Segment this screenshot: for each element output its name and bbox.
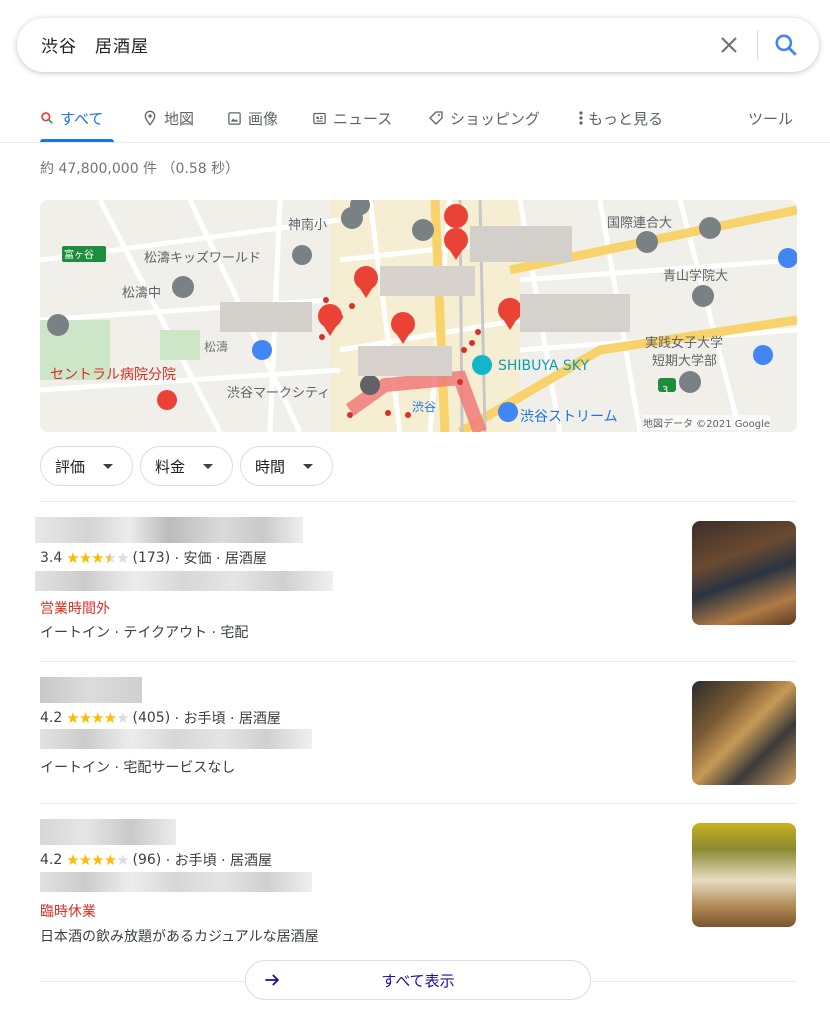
tab-images[interactable]: 画像 [227,106,278,130]
chevron-down-icon [203,463,214,469]
tab-news[interactable]: ニュース [312,106,392,130]
local-result[interactable]: 4.2 ★★★★★ (96) · お手頃 · 居酒屋 臨時休業 日本酒の飲み放題… [0,804,830,954]
show-all-label: すべて表示 [381,971,455,990]
review-count: (173) [132,550,171,566]
clear-icon[interactable] [717,33,741,57]
rating-row: 4.2 ★★★★★ (96) · お手頃 · 居酒屋 [40,850,272,870]
rating-row: 4.2 ★★★★★ (405) · お手頃 · 居酒屋 [40,708,281,728]
status-text: 営業時間外 [40,601,110,617]
tools-button[interactable]: ツール [748,106,793,130]
star-rating-icon: ★★★★★ [66,549,129,567]
tab-map[interactable]: 地図 [142,106,194,130]
tab-shopping[interactable]: ショッピング [428,106,540,130]
star-rating-icon: ★★★★★ [66,851,129,869]
tab-label: ニュース [333,109,393,128]
local-result[interactable]: 3.4 ★★★★★ (173) · 安価 · 居酒屋 営業時間外 イートイン ·… [0,502,830,660]
map-label: SHIBUYA SKY [498,358,590,374]
status-text: 臨時休業 [40,904,96,920]
filter-hours-button[interactable]: 時間 [240,446,333,486]
map-attribution: 地図データ ©2021 Google [643,415,771,430]
result-stats: 約 47,800,000 件 （0.58 秒） [40,161,240,177]
news-icon [313,112,326,124]
tab-label: 地図 [164,109,195,128]
tab-all[interactable]: すべて [40,106,103,130]
more-vert-icon [579,111,583,125]
map-label: 青山学院大 [663,269,729,284]
address-redacted [40,729,312,749]
filter-rating-button[interactable]: 評価 [40,446,133,486]
chevron-down-icon [103,463,114,469]
result-description: イートイン · 宅配サービスなし [40,760,236,776]
map-label: 短期大学部 [652,354,718,369]
rating-value: 4.2 [40,852,63,868]
tab-label: もっと見る [588,109,664,128]
result-description: 日本酒の飲み放題があるカジュアルな居酒屋 [40,929,319,945]
map-label: 富ヶ谷 [64,250,94,261]
chip-label: 料金 [155,457,186,476]
tag-icon [429,111,443,125]
result-photo[interactable] [692,823,796,927]
divider [757,30,758,60]
divider [0,142,830,143]
map-pin-icon [144,110,156,126]
chip-label: 時間 [255,457,286,476]
review-count: (96) [132,852,162,868]
chip-label: 評価 [55,457,86,476]
map-label: 国際連合大 [607,216,673,231]
chevron-down-icon [303,463,314,469]
tab-label: すべて [60,109,104,128]
tab-label: 画像 [248,109,279,128]
address-redacted [35,571,333,591]
arrow-right-icon [265,974,280,986]
map-label: 実践女子大学 [645,336,724,351]
result-title-redacted[interactable] [40,819,176,845]
search-input[interactable]: 渋谷 居酒屋 [41,32,149,57]
search-bar[interactable]: 渋谷 居酒屋 [17,18,819,72]
map-label: 神南小 [288,218,328,233]
rating-value: 4.2 [40,710,63,726]
show-all-button[interactable]: すべて表示 [245,960,591,1000]
result-title-redacted[interactable] [35,517,303,543]
result-title-redacted[interactable] [40,677,142,703]
filter-price-button[interactable]: 料金 [140,446,233,486]
search-icon [41,112,53,124]
result-photo[interactable] [692,521,796,625]
search-icon[interactable] [773,32,799,58]
result-meta: · お手頃 · 居酒屋 [174,711,281,727]
review-count: (405) [132,710,171,726]
result-meta: · お手頃 · 居酒屋 [165,853,272,869]
result-description: イートイン · テイクアウト · 宅配 [40,625,249,641]
result-photo[interactable] [692,681,796,785]
map-label: セントラル病院分院 [50,367,176,383]
map-label: 松濤中 [122,286,162,301]
image-icon [228,111,241,125]
local-result[interactable]: 4.2 ★★★★★ (405) · お手頃 · 居酒屋 イートイン · 宅配サー… [0,662,830,802]
star-rating-icon: ★★★★★ [66,709,129,727]
map-label: 松濤 [204,340,229,354]
map-label: 渋谷マークシティ [227,386,331,401]
map-label: 松濤キッズワールド [144,251,262,266]
rating-value: 3.4 [40,550,63,566]
rating-row: 3.4 ★★★★★ (173) · 安価 · 居酒屋 [40,548,267,568]
map-label: 渋谷ストリーム [520,409,618,425]
tab-label: ショッピング [450,109,541,128]
map-label: 3 [662,385,669,396]
result-meta: · 安価 · 居酒屋 [174,551,267,567]
tab-more[interactable]: もっと見る [578,106,663,130]
map-label: 渋谷 [412,400,437,414]
local-map[interactable]: 神南小 国際連合大 富ヶ谷 松濤キッズワールド 青山学院大 松濤中 実践女子大学… [40,200,797,432]
address-redacted [40,872,312,892]
